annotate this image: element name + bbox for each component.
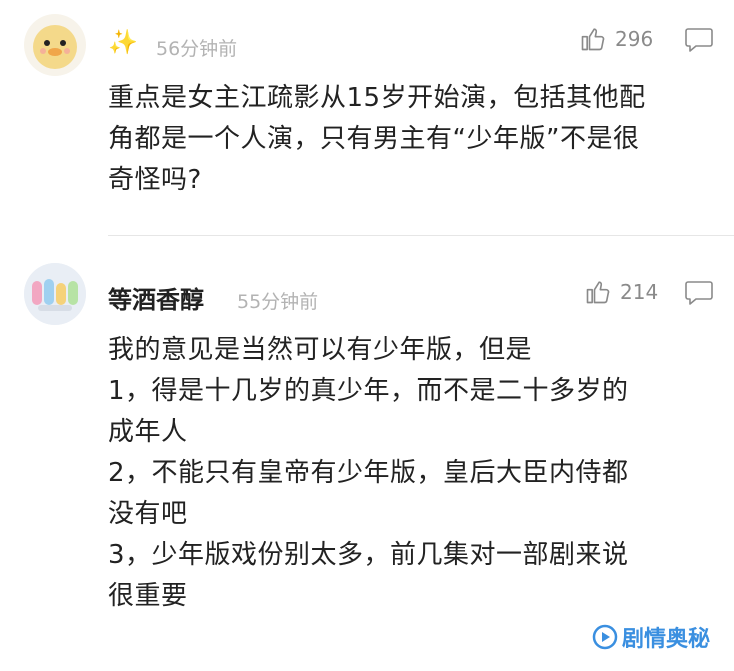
like-button[interactable]: 214 [584, 277, 658, 307]
like-count: 214 [620, 280, 659, 304]
reply-button[interactable] [684, 278, 714, 308]
comment-time: 56分钟前 [156, 38, 238, 60]
watermark: 剧情奥秘 [592, 621, 710, 653]
reply-button[interactable] [684, 25, 714, 55]
avatar[interactable] [24, 263, 86, 325]
watermark-logo-icon [592, 624, 618, 650]
watermark-text: 剧情奥秘 [621, 627, 710, 652]
thumbs-up-icon [586, 281, 610, 304]
comment-text: 重点是女主江疏影从15岁开始演，包括其他配 角都是一个人演，只有男主有“少年版”… [108, 83, 646, 195]
comment-time: 55分钟前 [237, 291, 319, 313]
comment-bubble-icon [685, 281, 713, 305]
avatar[interactable] [24, 14, 86, 76]
comment-text: 我的意见是当然可以有少年版，但是 1，得是十几岁的真少年，而不是二十多岁的 成年… [108, 335, 629, 611]
comment-bubble-icon [685, 28, 713, 52]
capsules-avatar-icon [24, 263, 86, 325]
username[interactable]: ✨ [108, 28, 138, 56]
comment-1: ✨ 56分钟前 296 重点是女主江疏影从15岁开始演，包括其他配 角都是一个人… [0, 0, 734, 236]
like-button[interactable]: 296 [579, 24, 653, 54]
like-count: 296 [615, 27, 654, 51]
comment-2: 等酒香醇 55分钟前 214 我的意见是当然可以有少年版，但是 1，得是十几岁的… [0, 236, 734, 671]
thumbs-up-icon [581, 28, 605, 51]
username[interactable]: 等酒香醇 [108, 280, 204, 315]
duck-avatar-icon [33, 25, 77, 69]
